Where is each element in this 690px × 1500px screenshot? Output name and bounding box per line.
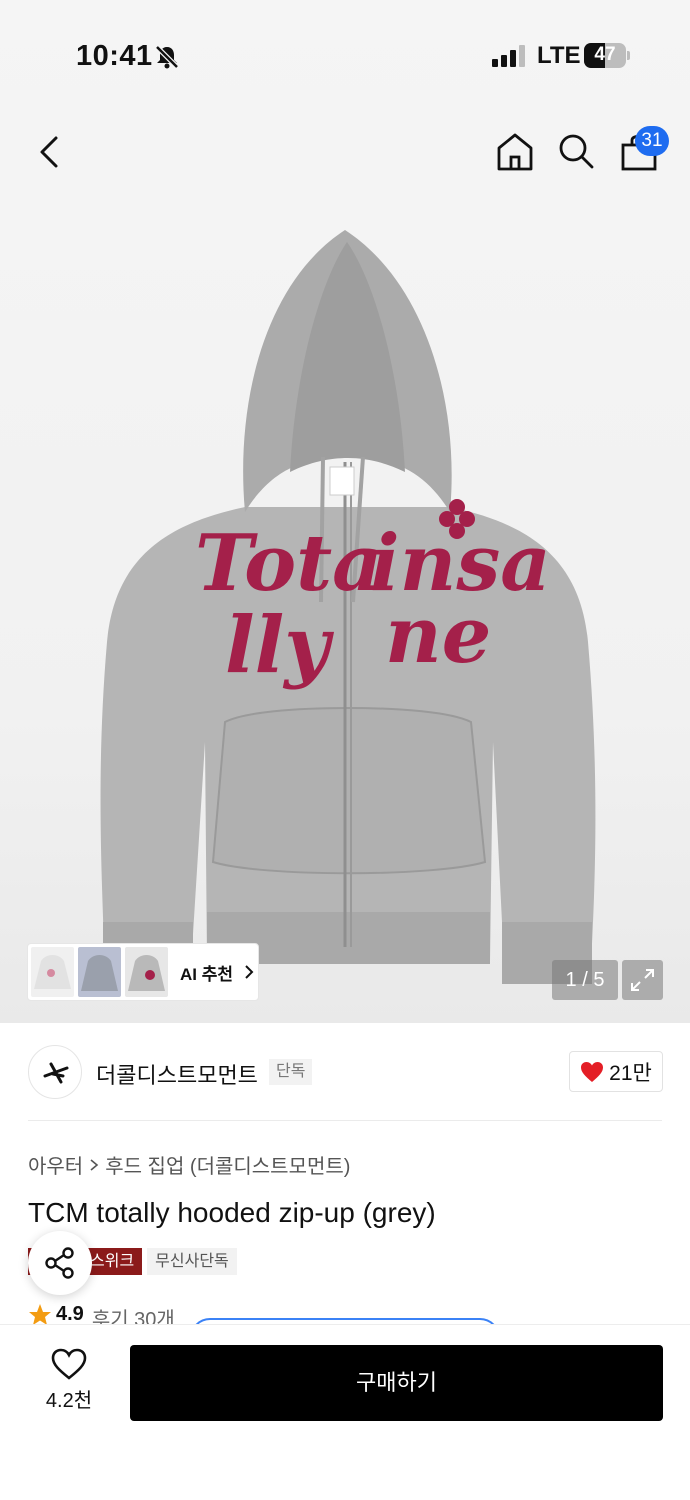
- print-text-4: ne: [385, 590, 491, 681]
- status-time: 10:41: [76, 40, 153, 72]
- battery-icon: 47: [584, 43, 630, 68]
- wishlist-button[interactable]: 4.2천: [40, 1348, 98, 1413]
- breadcrumb-item-1[interactable]: 아우터: [28, 1150, 83, 1179]
- recommend-thumb-3[interactable]: [125, 947, 168, 997]
- rating-score: 4.9: [56, 1303, 84, 1325]
- share-icon: [45, 1247, 74, 1279]
- chevron-right-icon: [245, 965, 254, 979]
- ai-recommend-strip[interactable]: AI 추천: [27, 943, 259, 1001]
- tag-exclusive: 무신사단독: [147, 1248, 237, 1275]
- brand-like-button[interactable]: 21만: [569, 1051, 663, 1092]
- buy-button[interactable]: 구매하기: [130, 1345, 663, 1421]
- print-text-2: lly: [225, 600, 334, 691]
- breadcrumb-item-2[interactable]: 후드 집업 (더콜디스트모먼트): [105, 1150, 350, 1179]
- rating-row[interactable]: 4.9 후기 30개: [28, 1303, 175, 1325]
- product-gallery[interactable]: Tota lly insa ne 10:41 LTE 47 31 AI 추천 1…: [0, 0, 690, 1023]
- page-indicator: 1 / 5: [552, 960, 618, 1000]
- status-bar: 10:41 LTE 47: [0, 0, 690, 110]
- bell-slash-icon: [155, 45, 179, 69]
- product-title: TCM totally hooded zip-up (grey): [28, 1197, 436, 1228]
- brand-exclusive-tag: 단독: [269, 1059, 313, 1085]
- search-icon[interactable]: [556, 131, 596, 171]
- divider: [28, 1120, 662, 1121]
- review-count[interactable]: 후기 30개: [92, 1303, 175, 1325]
- brand-logo[interactable]: [28, 1045, 82, 1099]
- star-icon: [29, 1304, 51, 1325]
- share-button[interactable]: [28, 1231, 92, 1295]
- brand-like-count: 21만: [609, 1061, 652, 1085]
- heart-icon: [581, 1061, 604, 1082]
- heart-icon: [51, 1348, 87, 1380]
- battery-level: 47: [594, 44, 616, 65]
- back-icon[interactable]: [28, 128, 72, 176]
- network-type: LTE: [537, 42, 581, 69]
- chevron-right-icon: [90, 1158, 99, 1171]
- cart-count-badge: 31: [635, 126, 669, 156]
- print-text-1: Tota: [195, 518, 383, 609]
- expand-button[interactable]: [622, 960, 663, 1000]
- recommend-thumb-1[interactable]: [31, 947, 74, 997]
- brand-name[interactable]: 더콜디스트모먼트: [96, 1058, 258, 1090]
- product-image[interactable]: Tota lly insa ne: [95, 222, 600, 1012]
- signal-icon: [492, 45, 525, 67]
- breadcrumb: 아우터 후드 집업 (더콜디스트모먼트): [28, 1150, 350, 1179]
- recommend-thumb-2[interactable]: [78, 947, 121, 997]
- expand-icon: [631, 969, 654, 991]
- ai-recommend-label[interactable]: AI 추천: [180, 960, 233, 985]
- wishlist-count: 4.2천: [45, 1390, 93, 1412]
- home-icon[interactable]: [494, 130, 536, 174]
